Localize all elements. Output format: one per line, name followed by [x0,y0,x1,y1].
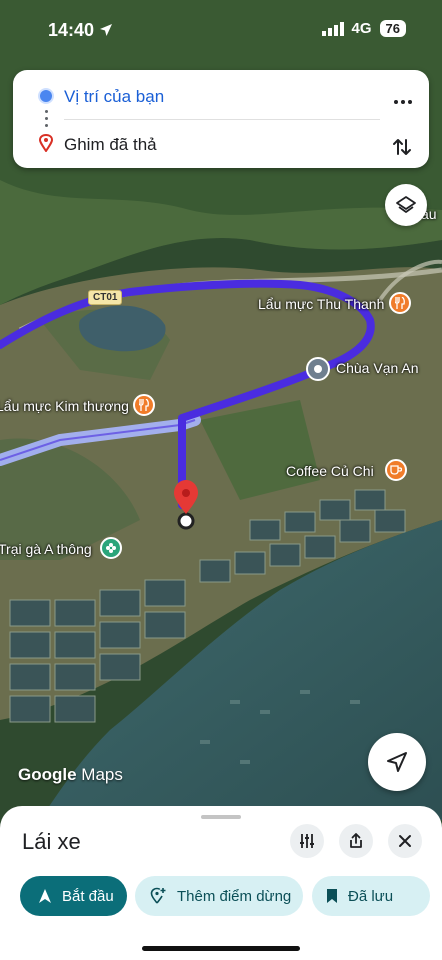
battery-icon: 76 [379,20,406,37]
add-stop-label: Thêm điểm dừng [177,887,292,905]
network-type: 4G [351,20,372,37]
saved-button[interactable]: Đã lưu [312,876,430,916]
origin-row[interactable]: Vị trí của bạn [13,78,429,114]
sheet-handle[interactable] [201,815,241,819]
more-options-button[interactable] [387,88,419,116]
status-time: 14:40 [48,20,113,41]
home-indicator [142,946,300,951]
navigation-icon [39,889,51,903]
bookmark-icon [327,889,337,903]
road-label-ct01: CT01 [88,290,123,305]
more-horiz-icon [394,100,412,104]
flower-icon[interactable] [100,537,122,559]
close-button[interactable] [388,824,422,858]
tune-icon [300,834,314,848]
poi-label-lau-muc-thu-thanh[interactable]: Lẩu mực Thu Thanh [258,296,384,312]
location-arrow-icon [100,24,113,36]
travel-mode-title: Lái xe [22,829,81,854]
poi-label-lau-muc-kim-thuong[interactable]: Lẩu mực Kim thương [0,398,129,414]
poi-label-trai-ga-a-thong[interactable]: Trại gà A thông [0,541,92,557]
signal-icon [321,21,344,36]
coffee-icon[interactable] [385,459,407,481]
restaurant-icon[interactable] [389,292,411,314]
saved-label: Đã lưu [348,887,394,905]
destination-row[interactable]: Ghim đã thả [13,126,429,162]
start-label: Bắt đầu [62,887,114,905]
origin-field[interactable]: Vị trí của bạn [64,87,164,107]
bottom-sheet: Lái xe Bắt đầu Thêm điểm dừng Đã lưu [0,806,442,960]
my-location-button[interactable] [368,733,426,791]
directions-card: Vị trí của bạn Ghim đã thả [13,70,429,168]
status-bar: 14:40 4G 76 [0,0,442,60]
destination-pin-icon [39,134,53,152]
google-maps-logo: Google Maps [18,765,123,784]
navigation-arrow-icon [387,752,407,772]
route-options-button[interactable] [290,824,324,858]
swap-button[interactable] [387,132,417,162]
restaurant-icon[interactable] [133,394,155,416]
share-button[interactable] [339,824,373,858]
field-divider [64,119,380,120]
add-location-icon [150,887,166,904]
destination-field[interactable]: Ghim đã thả [64,135,157,155]
poi-label-chua-van-an[interactable]: Chùa Vạn An [336,360,419,376]
swap-vert-icon [393,139,411,155]
layers-icon [396,196,416,213]
place-icon[interactable] [306,357,330,381]
share-icon [350,833,362,848]
poi-label-coffee-cu-chi[interactable]: Coffee Củ Chi [286,463,374,479]
your-location-icon [40,90,52,102]
close-icon [399,835,411,847]
start-button[interactable]: Bắt đầu [20,876,127,916]
add-stop-button[interactable]: Thêm điểm dừng [135,876,303,916]
layers-button[interactable] [385,184,427,226]
